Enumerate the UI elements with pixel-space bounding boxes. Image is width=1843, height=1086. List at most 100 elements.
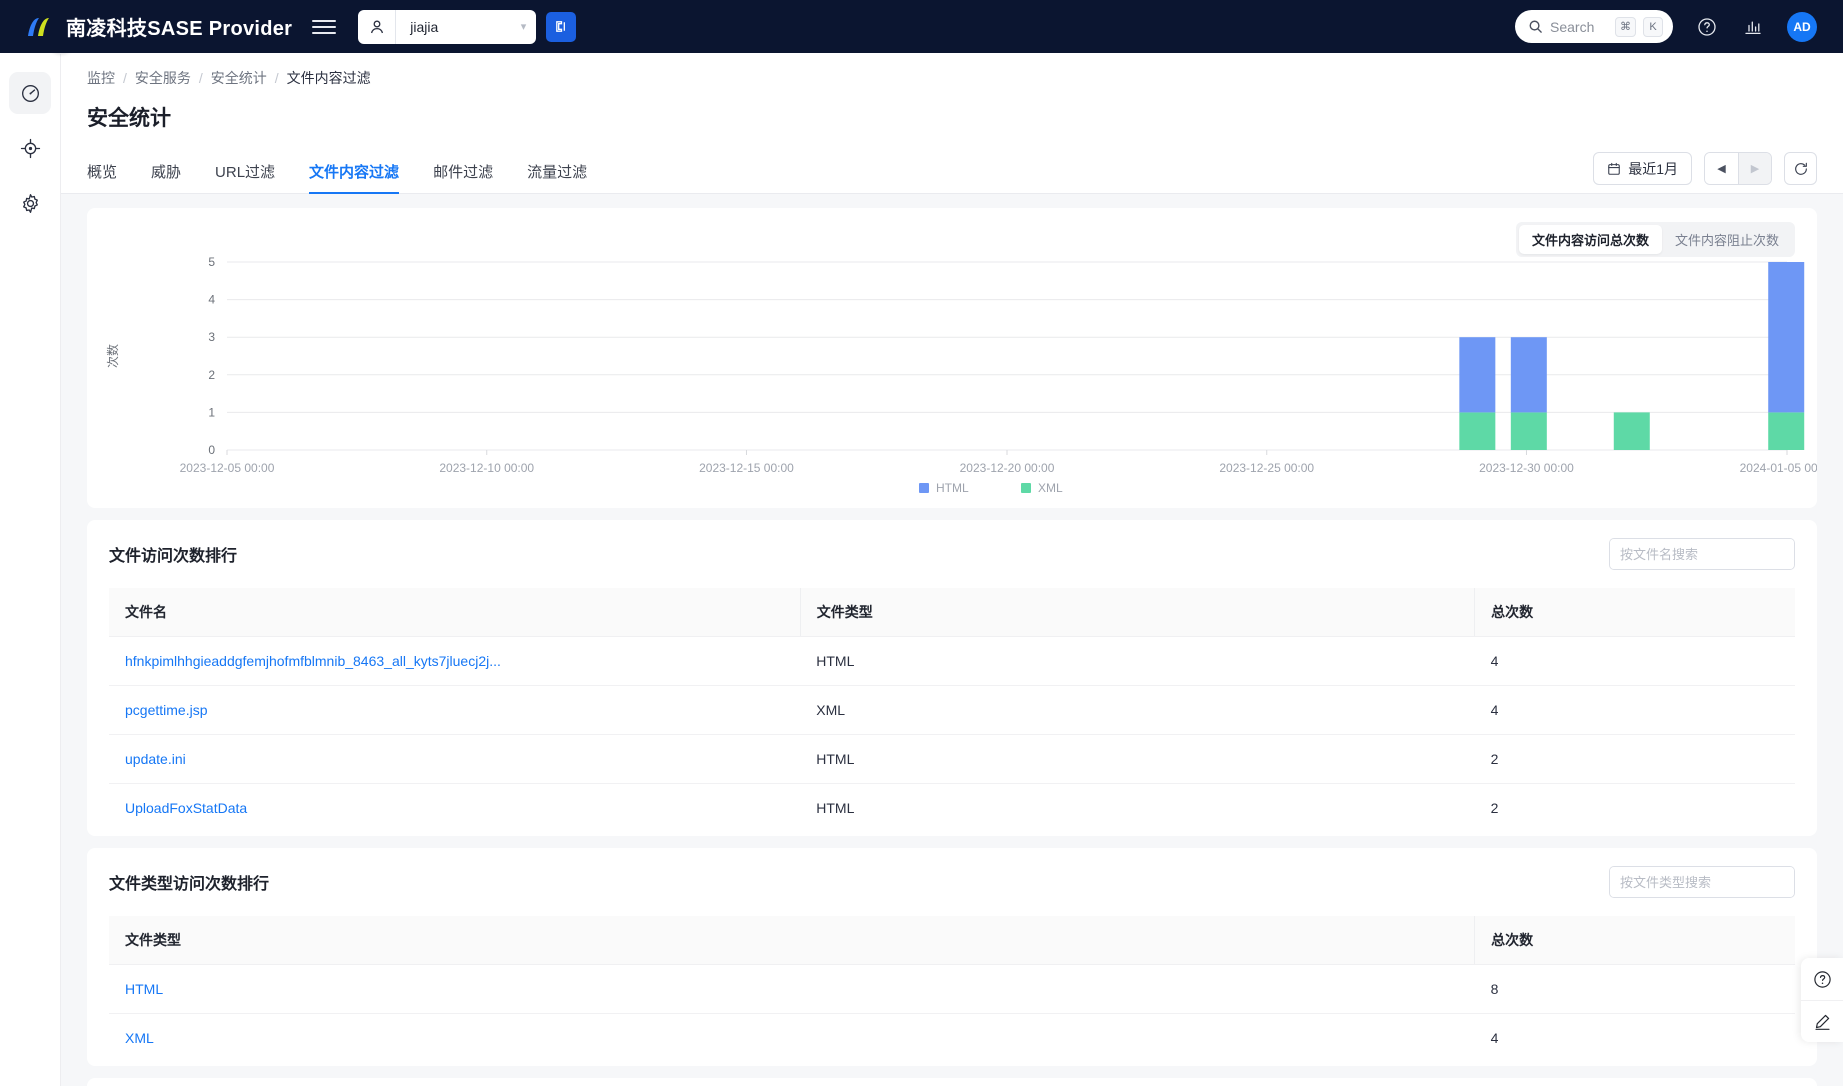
dock-help-button[interactable] [1801,958,1843,1000]
column-file-type: 文件类型 [799,588,1475,637]
bar-segment-html [1510,337,1547,413]
file-name-link[interactable]: pcgettime.jsp [125,702,207,718]
gear-icon [22,193,38,213]
breadcrumb-item-0[interactable]: 监控 [87,68,115,88]
breadcrumb-item-2[interactable]: 安全统计 [211,68,267,88]
file-name-search[interactable] [1609,538,1795,570]
breadcrumb-separator: / [198,70,203,86]
page-header: 监控 / 安全服务 / 安全统计 / 文件内容过滤 安全统计 概览 威胁 URL… [61,53,1843,194]
chart-svg: 0 1 2 3 4 5 次数 2023-12-05 00:00 2023-12-10 00:00… [105,255,1835,495]
breadcrumb: 监控 / 安全服务 / 安全统计 / 文件内容过滤 [61,68,1843,88]
file-content-bar-chart: 0 1 2 3 4 5 次数 2023-12-05 00:00 2023-12-10 00:00… [87,252,1835,502]
dock-feedback-button[interactable] [1801,1000,1843,1042]
y-axis-tick: 5 [208,255,215,269]
global-search-label: Search [1550,18,1595,35]
y-axis-tick: 4 [208,293,215,307]
total-count-cell: 4 [1474,685,1795,735]
tab-mail-filter[interactable]: 邮件过滤 [433,161,493,193]
column-total-count: 总次数 [1474,916,1795,965]
file-type-ranking-table: 文件类型 总次数 HTML 8 XML 4 [109,916,1795,1062]
bar-segment-xml [1459,412,1496,450]
x-axis-tick: 2024-01-05 00:00 [1740,461,1817,475]
table-header-row: 文件类型 总次数 [109,916,1795,965]
avatar[interactable]: AD [1787,11,1817,42]
total-count-cell: 8 [1474,964,1795,1014]
left-rail [0,53,61,1086]
chart-toggle-blocked[interactable]: 文件内容阻止次数 [1662,225,1792,254]
search-input[interactable] [1610,867,1794,897]
user-icon [358,9,397,44]
content-scroll-area[interactable]: 文件内容访问总次数 文件内容阻止次数 0 1 2 3 4 5 次数 2023-12-05 00… [61,196,1843,1086]
x-axis-tick: 2023-12-10 00:00 [439,461,534,475]
file-access-ranking-header: 文件访问次数排行 [109,538,1795,570]
file-type-cell: XML [800,685,1475,735]
brand-logo-icon [26,15,56,39]
x-axis-tick: 2023-12-20 00:00 [960,461,1055,475]
column-file-name: 文件名 [109,588,801,637]
file-access-ranking-card: 文件访问次数排行 文件名 文件类型 总次数 [87,520,1817,836]
range-prev-button[interactable]: ◀ [1705,153,1738,184]
tenant-select-value[interactable]: jiajia ▾ [396,9,537,44]
file-type-ranking-card: 文件类型访问次数排行 文件类型 总次数 [87,848,1817,1066]
file-type-link[interactable]: XML [125,1030,154,1046]
file-type-ranking-header: 文件类型访问次数排行 [109,866,1795,898]
breadcrumb-separator: / [123,70,127,86]
file-name-link[interactable]: update.ini [125,751,186,767]
target-icon [20,138,40,158]
range-stepper: ◀ ▶ [1704,152,1772,185]
bar-segment-xml [1768,412,1805,450]
y-axis-tick: 0 [208,443,215,457]
total-count-cell: 4 [1490,1030,1499,1046]
file-name-link[interactable]: UploadFoxStatData [125,800,247,816]
sidebar-item-dashboard[interactable] [9,72,51,114]
legend-label: XML [1038,481,1063,495]
range-next-button: ▶ [1738,153,1771,184]
chart-toggle-total[interactable]: 文件内容访问总次数 [1518,225,1662,254]
table-row: pcgettime.jsp XML 4 [109,685,1795,735]
tab-overview[interactable]: 概览 [87,161,117,193]
table-row: HTML 8 [109,964,1795,1014]
table-row: hfnkpimlhhgieaddgfemjhofmfblmnib_8463_al… [109,636,1795,686]
sidebar-item-settings[interactable] [9,182,51,224]
reports-chart-icon[interactable] [1741,15,1765,39]
tab-traffic-filter[interactable]: 流量过滤 [527,161,587,193]
refresh-button[interactable] [1784,152,1817,185]
top-navigation-bar: 南凌科技SASE Provider jiajia ▾ Search ⌘ K AD [0,0,1843,53]
question-circle-icon [1813,970,1831,988]
tab-file-content-filter[interactable]: 文件内容过滤 [309,161,400,194]
page-title: 安全统计 [87,107,171,130]
x-axis-tick: 2023-12-30 00:00 [1479,461,1574,475]
section-title: 文件访问次数排行 [109,548,238,565]
time-range-picker[interactable]: 最近1月 [1593,152,1692,185]
bar-segment-html [1768,262,1805,413]
breadcrumb-item-1[interactable]: 安全服务 [135,68,191,88]
time-range-label: 最近1月 [1628,160,1678,177]
tab-threat[interactable]: 威胁 [151,161,181,193]
gauge-icon [21,84,39,102]
keyword-ranking-card: 关键字访问次数排行 [87,1078,1817,1086]
floating-dock [1801,958,1843,1042]
pencil-icon [1814,1014,1830,1030]
search-input[interactable] [1610,539,1794,569]
table-header-row: 文件名 文件类型 总次数 [109,588,1795,637]
file-type-cell: HTML [816,800,855,816]
tab-url-filter[interactable]: URL过滤 [215,161,275,193]
tenant-selector[interactable]: jiajia ▾ [358,9,537,44]
column-total-count: 总次数 [1474,588,1795,637]
total-count-cell: 2 [1490,800,1499,816]
tab-bar: 概览 威胁 URL过滤 文件内容过滤 邮件过滤 流量过滤 最近1月 ◀ ▶ [61,152,1843,194]
tenant-switch-button[interactable] [546,11,577,42]
refresh-icon [1794,162,1807,175]
total-count-cell: 4 [1474,636,1795,686]
file-name-link[interactable]: hfnkpimlhhgieaddgfemjhofmfblmnib_8463_al… [125,653,501,669]
sidebar-item-locate[interactable] [9,127,51,169]
file-type-cell: HTML [800,734,1475,784]
file-type-link[interactable]: HTML [125,981,163,997]
file-type-search[interactable] [1609,866,1795,898]
table-row: UploadFoxStatData HTML 2 [109,784,1795,833]
hamburger-icon[interactable] [312,15,337,39]
help-icon[interactable] [1695,15,1719,39]
bar-segment-xml [1613,412,1650,450]
global-search-button[interactable]: Search ⌘ K [1515,10,1673,43]
chevron-down-icon: ▾ [520,21,527,33]
